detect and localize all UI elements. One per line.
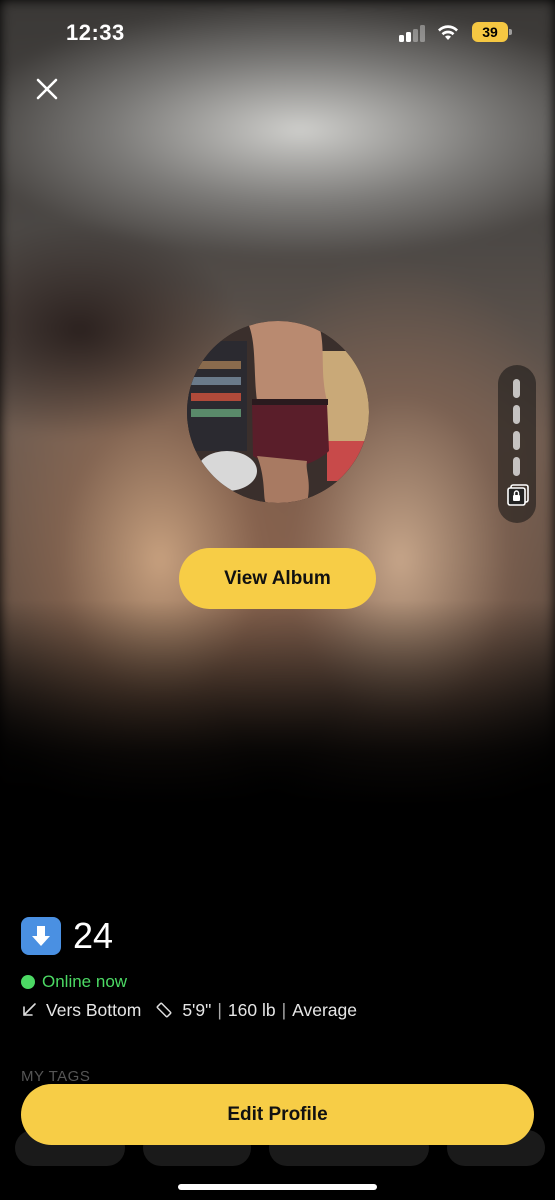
online-status: Online now (21, 972, 127, 992)
age-value: 24 (73, 915, 114, 956)
separator: | (281, 999, 287, 1020)
background-fade (0, 600, 555, 820)
status-bar: 12:33 39 (0, 0, 555, 64)
home-indicator[interactable] (178, 1184, 377, 1190)
weight-text: 160 lb (227, 999, 276, 1020)
ruler-icon (155, 1001, 173, 1019)
arrow-down-left-icon (21, 1002, 37, 1018)
separator: | (217, 999, 222, 1020)
online-status-text: Online now (42, 972, 128, 991)
age-row: 24 (21, 915, 114, 956)
close-button[interactable] (30, 72, 64, 106)
photo-pager-rail[interactable] (498, 365, 536, 523)
private-album-icon[interactable] (506, 483, 530, 507)
profile-photo-image (187, 321, 369, 503)
height-text: 5'9" (182, 999, 212, 1020)
close-icon (36, 78, 58, 100)
online-dot-icon (21, 975, 35, 989)
down-arrow-icon (21, 917, 61, 955)
battery-icon: 39 (472, 22, 512, 42)
view-album-button[interactable]: View Album (179, 548, 376, 609)
photo-indicator[interactable] (513, 405, 520, 424)
wifi-icon (436, 22, 460, 42)
profile-stats: Vers Bottom 5'9" | 160 lb | Average (21, 998, 357, 1022)
position-text: Vers Bottom (46, 999, 142, 1020)
photo-indicator[interactable] (513, 379, 520, 398)
cellular-signal-icon (399, 24, 429, 42)
photo-indicator[interactable] (513, 431, 520, 450)
edit-profile-button[interactable]: Edit Profile (21, 1084, 534, 1145)
photo-indicator[interactable] (513, 457, 520, 476)
my-tags-heading: MY TAGS (21, 1068, 91, 1085)
profile-photo-avatar[interactable] (187, 321, 369, 503)
body-type-text: Average (292, 999, 358, 1020)
status-time: 12:33 (66, 20, 125, 45)
battery-level: 39 (472, 22, 508, 42)
